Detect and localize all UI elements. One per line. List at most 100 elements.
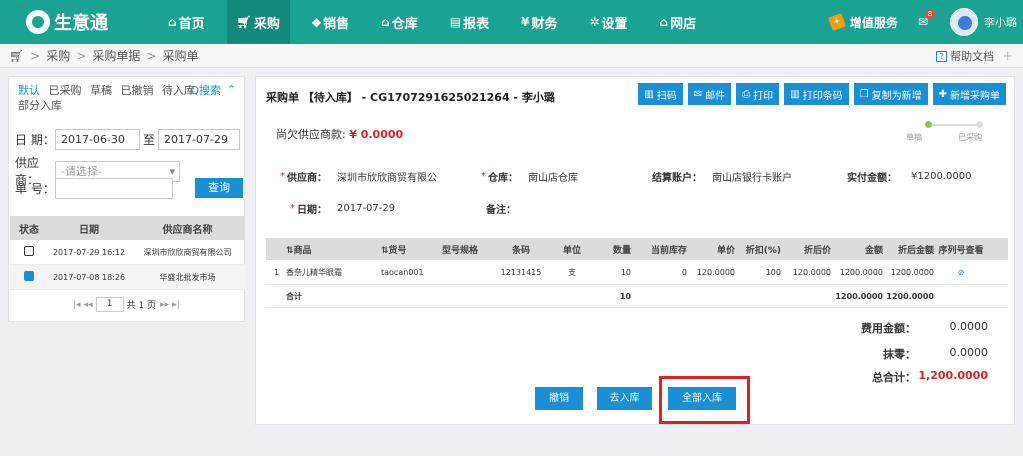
prev-page-icon[interactable]: ◂◂ xyxy=(84,300,93,310)
supplier-value: 深圳市欣欣商贸有限公司 xyxy=(337,173,437,184)
rounding-row: 抹零： 0.0000 xyxy=(883,346,989,361)
nav-sales[interactable]: ◆ 销售 xyxy=(302,0,359,44)
table-row[interactable]: 2017-07-08 18:26 华盛北批发市场 xyxy=(10,265,245,290)
chevron-up-icon[interactable]: ⌃ xyxy=(227,82,236,97)
tab-default[interactable]: 默认 xyxy=(18,84,40,97)
store-icon: ⌂ xyxy=(659,15,669,29)
account-value: 南山店银行卡账户 xyxy=(712,173,792,184)
copy-as-new-button[interactable]: ❐ 复制为新增 xyxy=(853,83,928,105)
tab-purchased[interactable]: 已采购 xyxy=(49,84,82,97)
help-icon: ? xyxy=(936,50,948,62)
warehouse-icon: ⌂ xyxy=(381,15,390,29)
paid-amount-value: ¥1200.0000 xyxy=(911,171,972,182)
nav-finance[interactable]: ¥ 财务 xyxy=(511,0,567,44)
barcode-icon: ▥ xyxy=(790,88,800,100)
paid-amount-field: 实付金额： ¥1200.0000 xyxy=(847,171,972,184)
serial-view-icon[interactable]: ⊘ xyxy=(958,268,965,277)
date-from-input[interactable]: 2017-06-30 xyxy=(55,129,140,150)
table-row[interactable]: 2017-07-29 16:12 深圳市欣欣商贸有限公司 xyxy=(10,240,245,265)
page-number-input[interactable]: 1 xyxy=(95,297,124,312)
amount-owed-value: ¥ 0.0000 xyxy=(349,128,404,141)
top-nav-bar: 生意通 ⌂ 首页 🛒︎ 采购 ◆ 销售 ⌂ 仓库 ▤ 报表 ¥ 财务 ✲ 设置 ⌂ 网店 ✦ 增… xyxy=(0,0,1023,44)
nav-warehouse[interactable]: ⌂ 仓库 xyxy=(371,0,428,44)
nav-store[interactable]: ⌂ 网店 xyxy=(650,0,707,44)
date-filter-row: 日 期： 2017-06-30 至 2017-07-29 xyxy=(15,129,241,150)
fee-amount-value: 0.0000 xyxy=(949,320,989,333)
tab-revoked[interactable]: 已撤销 xyxy=(121,84,154,97)
page-title: 采购单 【待入库】 - CG1707291625021264 - 李小璐 xyxy=(266,91,555,104)
order-number-input[interactable] xyxy=(55,178,173,199)
order-detail-panel: 采购单 【待入库】 - CG1707291625021264 - 李小璐 ▥ 扫码… xyxy=(255,76,1015,425)
grand-total-row: 总合计： 1,200.0000 xyxy=(872,369,988,384)
add-tab-icon[interactable]: + xyxy=(1002,49,1013,64)
breadcrumb-purchase[interactable]: 采购 xyxy=(46,47,70,64)
copy-icon: ❐ xyxy=(859,88,869,100)
order-list-panel: 默认 已采购 草稿 已撤销 待入库 部分入库 Q搜索 ⌃ 日 期： 2017-0… xyxy=(8,76,245,322)
value-added-service[interactable]: ✦ 增值服务 xyxy=(827,13,898,31)
report-icon: ▤ xyxy=(449,15,462,29)
avatar[interactable] xyxy=(950,8,978,36)
total-discounted-amount: 1200.0000 xyxy=(886,291,934,301)
step-draft-label: 草稿 xyxy=(906,133,922,142)
breadcrumb: 🛒︎ > 采购 > 采购单据 > 采购单 ? 帮助文档 + xyxy=(0,44,1023,68)
app-name: 生意通 xyxy=(54,13,108,34)
action-toolbar: ▥ 扫码 ✉ 邮件 ⎙ 打印 ▥ 打印条码 ❐ 复制为新增 ✚ 新增采购单 xyxy=(633,83,1006,105)
nav-home[interactable]: ⌂ 首页 xyxy=(158,0,215,44)
barcode-icon: ▥ xyxy=(644,88,654,100)
first-page-icon[interactable]: |◂ xyxy=(73,300,81,310)
new-purchase-order-button[interactable]: ✚ 新增采购单 xyxy=(932,83,1006,105)
remark-field: 备注： xyxy=(486,205,516,216)
print-button[interactable]: ⎙ 打印 xyxy=(736,83,780,105)
next-page-icon[interactable]: ▸▸ xyxy=(160,300,169,310)
table-total-row: 合计 10 1200.0000 1200.0000 xyxy=(266,285,1008,308)
printer-icon: ⎙ xyxy=(742,88,751,100)
breadcrumb-purchase-docs[interactable]: 采购单据 xyxy=(92,47,140,64)
warehouse-field: * 仓库： 南山店仓库 xyxy=(481,171,578,184)
nav-purchase[interactable]: 🛒︎ 采购 xyxy=(226,0,290,44)
number-filter-row: 单 号： xyxy=(15,178,173,199)
fee-amount-row: 费用金额： 0.0000 xyxy=(861,320,989,335)
search-toggle[interactable]: Q搜索 xyxy=(190,83,221,98)
nav-report[interactable]: ▤ 报表 xyxy=(440,0,499,44)
query-button[interactable]: 查询 xyxy=(195,178,243,198)
highlight-box xyxy=(659,376,750,424)
supplier-field: * 供应商： 深圳市欣欣商贸有限公司 xyxy=(280,171,437,184)
top-right-area: ✦ 增值服务 ✉ 8 李小璐 xyxy=(827,0,1023,44)
page-total: 共 1 页 xyxy=(126,301,157,311)
tab-draft[interactable]: 草稿 xyxy=(90,84,112,97)
sort-goods-header[interactable]: ⇅商品 xyxy=(286,243,381,256)
pending-status-icon xyxy=(24,246,34,256)
tab-partial-stock-in[interactable]: 部分入库 xyxy=(18,99,62,112)
last-page-icon[interactable]: ▸| xyxy=(172,300,180,310)
rounding-value: 0.0000 xyxy=(949,346,989,359)
date-field: * 日期： 2017-07-29 xyxy=(290,203,396,216)
email-button[interactable]: ✉ 邮件 xyxy=(687,83,732,105)
stocked-status-icon xyxy=(24,271,34,281)
pagination: |◂ ◂◂ 1 共 1 页 ▸▸ ▸| xyxy=(73,297,180,312)
table-header: 状态 日期 供应商名称 xyxy=(10,216,245,240)
print-barcode-button[interactable]: ▥ 打印条码 xyxy=(784,83,849,105)
step-purchased-dot xyxy=(976,121,983,128)
table-header: ⇅商品 ⇅货号 型号规格 条码 单位 数量 当前库存 单价 折扣(%) 折后价 … xyxy=(266,238,1008,260)
help-doc-link[interactable]: ? 帮助文档 + xyxy=(936,48,1013,64)
plus-icon: ✚ xyxy=(938,88,947,100)
status-tabs: 默认 已采购 草稿 已撤销 待入库 部分入库 Q搜索 ⌃ xyxy=(9,77,244,112)
revoke-button[interactable]: 撤销 xyxy=(535,387,583,410)
mail-icon: ✉ xyxy=(693,88,703,100)
gear-icon: ✲ xyxy=(589,15,600,29)
cart-icon: 🛒︎ xyxy=(236,15,252,29)
sort-sku-header[interactable]: ⇅货号 xyxy=(381,243,431,256)
nav-settings[interactable]: ✲ 设置 xyxy=(579,0,637,44)
grand-total-value: 1,200.0000 xyxy=(918,369,988,382)
main-nav: ⌂ 首页 🛒︎ 采购 ◆ 销售 ⌂ 仓库 ▤ 报表 ¥ 财务 ✲ 设置 ⌂ 网店 xyxy=(158,0,718,44)
scan-button[interactable]: ▥ 扫码 xyxy=(638,83,683,105)
breadcrumb-purchase-order: 采购单 xyxy=(162,49,199,63)
mail-button[interactable]: ✉ 8 xyxy=(918,9,935,29)
user-name[interactable]: 李小璐 xyxy=(984,14,1017,30)
order-list-table: 状态 日期 供应商名称 2017-07-29 16:12 深圳市欣欣商贸有限公司… xyxy=(10,216,245,290)
app-logo[interactable]: 生意通 xyxy=(26,9,108,35)
date-to-input[interactable]: 2017-07-29 xyxy=(158,129,241,150)
home-icon: ⌂ xyxy=(168,15,177,29)
warehouse-value: 南山店仓库 xyxy=(528,173,578,184)
go-stock-in-button[interactable]: 去入库 xyxy=(597,387,652,410)
